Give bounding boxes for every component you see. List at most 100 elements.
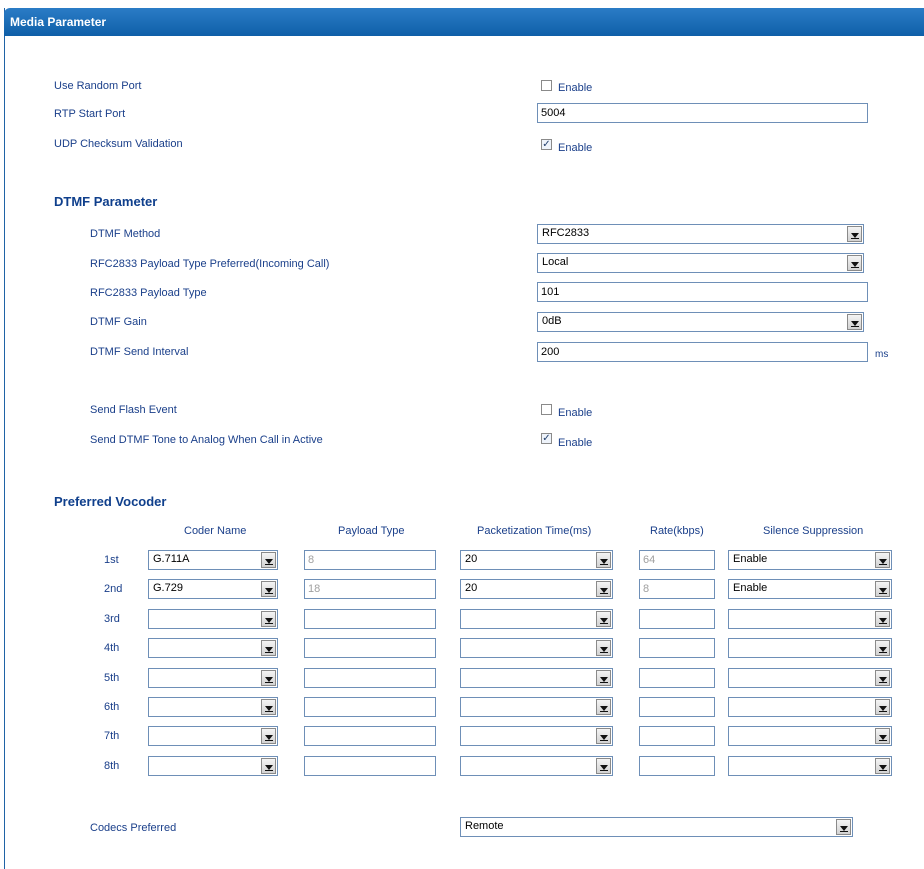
chevron-down-icon bbox=[596, 640, 611, 656]
packetization-time-select[interactable] bbox=[460, 756, 613, 776]
col-silence-suppression: Silence Suppression bbox=[763, 525, 864, 537]
chevron-down-icon bbox=[596, 552, 611, 568]
chevron-down-icon bbox=[875, 611, 890, 627]
panel-title: Media Parameter bbox=[4, 8, 924, 36]
chevron-down-icon bbox=[875, 640, 890, 656]
rate-field[interactable] bbox=[639, 756, 715, 776]
udp-checksum-checkbox[interactable]: ✓ bbox=[541, 139, 552, 150]
packetization-time-select[interactable] bbox=[460, 609, 613, 629]
chevron-down-icon bbox=[836, 819, 851, 835]
vocoder-row-label: 7th bbox=[104, 730, 120, 742]
send-interval-label: DTMF Send Interval bbox=[90, 346, 189, 358]
chevron-down-icon bbox=[847, 255, 862, 271]
payload-pref-select[interactable]: Local bbox=[537, 253, 864, 273]
rate-field[interactable] bbox=[639, 726, 715, 746]
coder-name-select[interactable] bbox=[148, 726, 278, 746]
payload-type-field[interactable] bbox=[304, 756, 436, 776]
coder-name-select[interactable] bbox=[148, 609, 278, 629]
vocoder-row-label: 3rd bbox=[104, 613, 120, 625]
col-packetization-time: Packetization Time(ms) bbox=[477, 525, 592, 537]
chevron-down-icon bbox=[261, 611, 276, 627]
vocoder-row-label: 6th bbox=[104, 701, 120, 713]
payload-type-label: RFC2833 Payload Type bbox=[90, 287, 207, 299]
coder-name-select[interactable] bbox=[148, 668, 278, 688]
chevron-down-icon bbox=[847, 314, 862, 330]
dtmf-gain-label: DTMF Gain bbox=[90, 316, 147, 328]
udp-checksum-label: UDP Checksum Validation bbox=[54, 138, 183, 150]
silence-suppression-select[interactable]: Enable bbox=[728, 550, 892, 570]
use-random-port-enable-label: Enable bbox=[558, 82, 593, 94]
udp-checksum-enable-label: Enable bbox=[558, 142, 593, 154]
payload-type-field[interactable] bbox=[304, 726, 436, 746]
rate-field[interactable]: 8 bbox=[639, 579, 715, 599]
silence-suppression-select[interactable] bbox=[728, 697, 892, 717]
rtp-start-port-label: RTP Start Port bbox=[54, 108, 126, 120]
dtmf-gain-select[interactable]: 0dB bbox=[537, 312, 864, 332]
silence-suppression-select[interactable]: Enable bbox=[728, 579, 892, 599]
send-flash-checkbox[interactable] bbox=[541, 404, 552, 415]
send-flash-label: Send Flash Event bbox=[90, 404, 177, 416]
payload-type-field[interactable] bbox=[304, 609, 436, 629]
col-payload-type: Payload Type bbox=[338, 525, 405, 537]
packetization-time-select[interactable] bbox=[460, 726, 613, 746]
send-interval-unit: ms bbox=[875, 349, 889, 360]
vocoder-section-heading: Preferred Vocoder bbox=[54, 494, 167, 509]
codecs-preferred-label: Codecs Preferred bbox=[90, 822, 177, 834]
rate-field[interactable] bbox=[639, 638, 715, 658]
chevron-down-icon bbox=[261, 728, 276, 744]
packetization-time-select[interactable]: 20 bbox=[460, 579, 613, 599]
chevron-down-icon bbox=[596, 728, 611, 744]
packetization-time-select[interactable] bbox=[460, 668, 613, 688]
silence-suppression-select[interactable] bbox=[728, 668, 892, 688]
packetization-time-select[interactable] bbox=[460, 697, 613, 717]
vocoder-row-label: 4th bbox=[104, 642, 120, 654]
rate-field[interactable] bbox=[639, 668, 715, 688]
chevron-down-icon bbox=[596, 699, 611, 715]
rate-field[interactable] bbox=[639, 697, 715, 717]
col-rate: Rate(kbps) bbox=[650, 525, 704, 537]
coder-name-select[interactable]: G.711A bbox=[148, 550, 278, 570]
silence-suppression-select[interactable] bbox=[728, 726, 892, 746]
send-tone-label: Send DTMF Tone to Analog When Call in Ac… bbox=[90, 434, 323, 446]
chevron-down-icon bbox=[875, 728, 890, 744]
silence-suppression-select[interactable] bbox=[728, 756, 892, 776]
payload-type-field[interactable]: 8 bbox=[304, 550, 436, 570]
chevron-down-icon bbox=[596, 758, 611, 774]
vocoder-row-label: 5th bbox=[104, 672, 120, 684]
coder-name-select[interactable] bbox=[148, 756, 278, 776]
coder-name-select[interactable] bbox=[148, 638, 278, 658]
chevron-down-icon bbox=[261, 552, 276, 568]
chevron-down-icon bbox=[261, 699, 276, 715]
send-interval-input[interactable]: 200 bbox=[537, 342, 868, 362]
rtp-start-port-input[interactable]: 5004 bbox=[537, 103, 868, 123]
payload-type-field[interactable]: 18 bbox=[304, 579, 436, 599]
chevron-down-icon bbox=[875, 581, 890, 597]
payload-type-input[interactable]: 101 bbox=[537, 282, 868, 302]
chevron-down-icon bbox=[261, 581, 276, 597]
send-flash-enable-label: Enable bbox=[558, 407, 593, 419]
send-tone-enable-label: Enable bbox=[558, 437, 593, 449]
chevron-down-icon bbox=[847, 226, 862, 242]
chevron-down-icon bbox=[596, 581, 611, 597]
use-random-port-label: Use Random Port bbox=[54, 80, 142, 92]
chevron-down-icon bbox=[261, 758, 276, 774]
rate-field[interactable] bbox=[639, 609, 715, 629]
packetization-time-select[interactable]: 20 bbox=[460, 550, 613, 570]
dtmf-method-select[interactable]: RFC2833 bbox=[537, 224, 864, 244]
coder-name-select[interactable] bbox=[148, 697, 278, 717]
chevron-down-icon bbox=[875, 670, 890, 686]
silence-suppression-select[interactable] bbox=[728, 638, 892, 658]
use-random-port-checkbox[interactable] bbox=[541, 80, 552, 91]
coder-name-select[interactable]: G.729 bbox=[148, 579, 278, 599]
chevron-down-icon bbox=[875, 699, 890, 715]
payload-type-field[interactable] bbox=[304, 697, 436, 717]
rate-field[interactable]: 64 bbox=[639, 550, 715, 570]
silence-suppression-select[interactable] bbox=[728, 609, 892, 629]
payload-type-field[interactable] bbox=[304, 668, 436, 688]
send-tone-checkbox[interactable]: ✓ bbox=[541, 433, 552, 444]
codecs-preferred-select[interactable]: Remote bbox=[460, 817, 853, 837]
chevron-down-icon bbox=[875, 552, 890, 568]
chevron-down-icon bbox=[261, 670, 276, 686]
payload-type-field[interactable] bbox=[304, 638, 436, 658]
packetization-time-select[interactable] bbox=[460, 638, 613, 658]
